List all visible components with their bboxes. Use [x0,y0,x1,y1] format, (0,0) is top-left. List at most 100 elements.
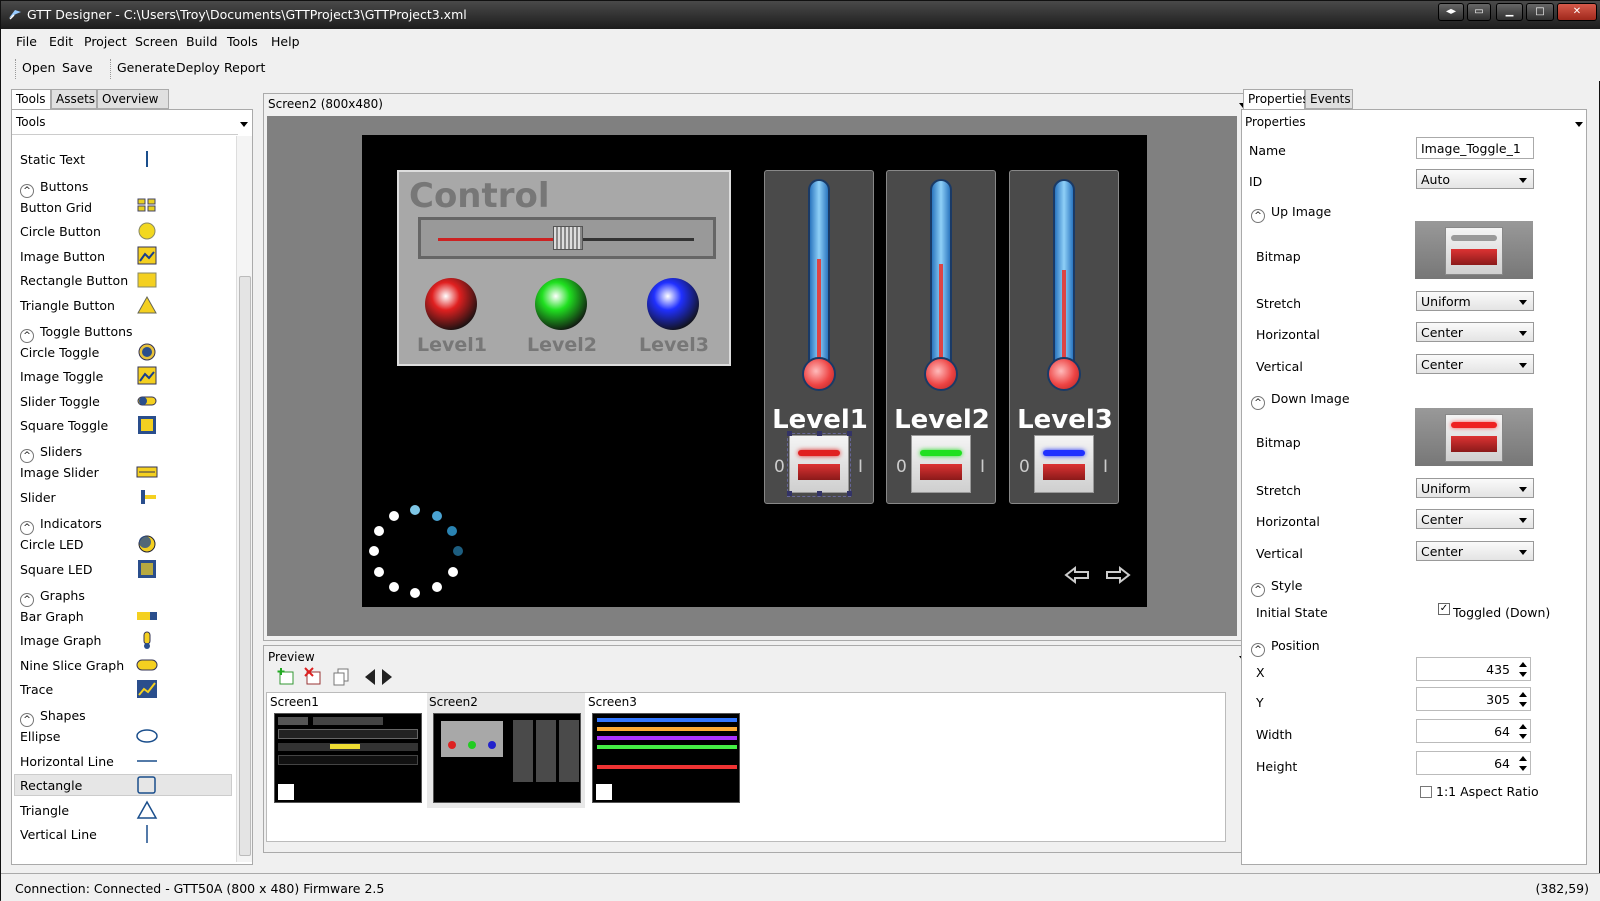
led-level2[interactable] [535,278,587,330]
menu-tools[interactable]: Tools [227,34,258,49]
name-input[interactable]: Image_Toggle_1 [1416,137,1534,159]
report-button[interactable]: Report [224,60,265,75]
tool-image-graph[interactable]: Image Graph [20,633,101,648]
scrollbar-thumb[interactable] [239,276,251,856]
up-stretch-select[interactable]: Uniform [1416,291,1534,311]
slider-thumb[interactable] [553,226,583,250]
menu-screen[interactable]: Screen [135,34,178,49]
arrow-left-icon[interactable] [1064,565,1092,585]
spin-down-icon[interactable] [1519,672,1527,677]
up-vertical-select[interactable]: Center [1416,354,1534,374]
down-stretch-select[interactable]: Uniform [1416,478,1534,498]
tab-assets[interactable]: Assets [51,89,97,109]
resize-handle[interactable] [817,491,822,496]
control-slider[interactable] [418,217,716,259]
tool-triangle[interactable]: Triangle [20,803,69,818]
generate-button[interactable]: Generate [117,60,175,75]
tools-scrollbar[interactable] [236,136,252,862]
spin-down-icon[interactable] [1519,702,1527,707]
tab-properties[interactable]: Properties [1243,89,1309,109]
led-level1[interactable] [425,278,477,330]
tool-bar-graph[interactable]: Bar Graph [20,609,84,624]
save-button[interactable]: Save [62,60,93,75]
image-toggle-level3[interactable] [1034,435,1094,493]
category-graphs[interactable]: ^ Graphs [20,588,85,607]
tool-square-led[interactable]: Square LED [20,562,92,577]
tool-circle-toggle[interactable]: Circle Toggle [20,345,99,360]
tool-slider[interactable]: Slider [20,490,56,505]
led-level3[interactable] [647,278,699,330]
position-category[interactable]: ^ Position [1251,638,1320,657]
tab-overview[interactable]: Overview [97,89,169,109]
resize-handle[interactable] [847,431,852,436]
tool-static-text[interactable]: Static Text [20,152,85,167]
spin-down-icon[interactable] [1519,734,1527,739]
spin-down-icon[interactable] [1519,766,1527,771]
tool-rectangle[interactable]: Rectangle [20,778,82,793]
delete-screen-icon[interactable] [304,667,324,687]
tool-image-button[interactable]: Image Button [20,249,105,264]
tool-circle-button[interactable]: Circle Button [20,224,101,239]
selection-box[interactable] [787,433,851,497]
resize-handle[interactable] [787,491,792,496]
add-screen-icon[interactable] [277,667,297,687]
menu-help[interactable]: Help [271,34,300,49]
tool-image-toggle[interactable]: Image Toggle [20,369,103,384]
down-image-category[interactable]: ^ Down Image [1251,391,1350,410]
tool-rectangle-button[interactable]: Rectangle Button [20,273,128,288]
menu-build[interactable]: Build [186,34,217,49]
copy-screen-icon[interactable] [331,667,351,687]
tool-triangle-button[interactable]: Triangle Button [20,298,115,313]
width-input[interactable]: 64 [1416,719,1531,743]
resize-handle[interactable] [787,431,792,436]
category-indicators[interactable]: ^ Indicators [20,516,102,535]
open-button[interactable]: Open [22,60,55,75]
tool-slider-toggle[interactable]: Slider Toggle [20,394,100,409]
menu-project[interactable]: Project [84,34,127,49]
spin-up-icon[interactable] [1519,724,1527,729]
style-category[interactable]: ^ Style [1251,578,1302,597]
category-shapes[interactable]: ^ Shapes [20,708,86,727]
spin-up-icon[interactable] [1519,692,1527,697]
spin-up-icon[interactable] [1519,756,1527,761]
up-image-category[interactable]: ^ Up Image [1251,204,1331,223]
preview-screen3[interactable]: Screen3 [586,693,744,808]
tab-events[interactable]: Events [1305,89,1353,109]
next-screen-icon[interactable] [380,667,394,687]
previous-screen-icon[interactable] [363,667,377,687]
tool-image-slider[interactable]: Image Slider [20,465,99,480]
tool-ellipse[interactable]: Ellipse [20,729,60,744]
preview-screen1[interactable]: Screen1 [268,693,426,808]
close-button[interactable]: ✕ [1557,3,1597,21]
toggled-down-checkbox[interactable]: ✓ [1438,603,1450,615]
down-vertical-select[interactable]: Center [1416,541,1534,561]
image-toggle-level2[interactable] [911,435,971,493]
restore-layout-button[interactable]: ◂▸ [1438,3,1464,21]
maximize-button[interactable]: □ [1526,3,1554,21]
category-sliders[interactable]: ^ Sliders [20,444,82,463]
down-bitmap-preview[interactable] [1415,408,1533,466]
id-select[interactable]: Auto [1416,169,1534,189]
tool-vertical-line[interactable]: Vertical Line [20,827,97,842]
minimize-button[interactable]: ▁ [1496,3,1523,21]
chevron-down-icon[interactable] [240,122,248,127]
y-input[interactable]: 305 [1416,687,1531,711]
menu-edit[interactable]: Edit [49,34,73,49]
tool-circle-led[interactable]: Circle LED [20,537,84,552]
spin-up-icon[interactable] [1519,662,1527,667]
window-list-button[interactable]: ▭ [1467,3,1491,21]
arrow-right-icon[interactable] [1103,565,1131,585]
deploy-button[interactable]: Deploy [176,60,220,75]
aspect-ratio-checkbox[interactable] [1420,786,1432,798]
down-horizontal-select[interactable]: Center [1416,509,1534,529]
up-horizontal-select[interactable]: Center [1416,322,1534,342]
preview-screen2[interactable]: Screen2 [427,693,585,808]
tool-button-grid[interactable]: Button Grid [20,200,92,215]
chevron-down-icon[interactable] [1575,122,1583,127]
up-bitmap-preview[interactable] [1415,221,1533,279]
tool-horizontal-line[interactable]: Horizontal Line [20,754,114,769]
resize-handle[interactable] [847,491,852,496]
tool-trace[interactable]: Trace [20,682,53,697]
tool-square-toggle[interactable]: Square Toggle [20,418,108,433]
menu-file[interactable]: File [16,34,37,49]
